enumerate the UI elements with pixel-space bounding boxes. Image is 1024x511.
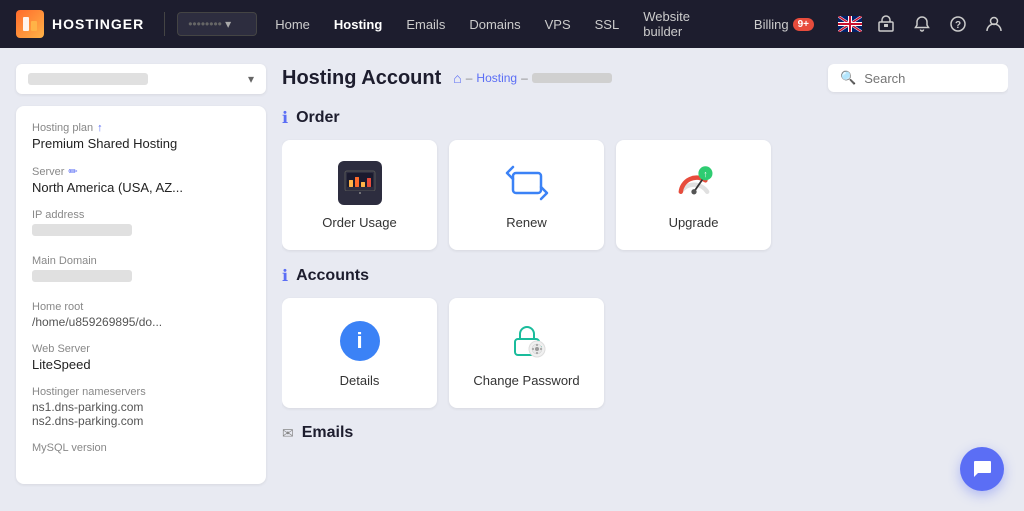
account-dropdown[interactable]: ▾ bbox=[16, 64, 266, 94]
breadcrumb-account bbox=[532, 73, 612, 83]
search-box[interactable]: 🔍 bbox=[828, 64, 1008, 92]
renew-card[interactable]: Renew bbox=[449, 140, 604, 250]
nav-links: Home Hosting Emails Domains VPS SSL Webs… bbox=[265, 3, 824, 45]
renew-label: Renew bbox=[506, 215, 546, 230]
mysql-field: MySQL version bbox=[32, 442, 250, 454]
chat-bubble[interactable] bbox=[960, 447, 1004, 491]
emails-title-row: ✉ Emails bbox=[282, 424, 1008, 442]
search-icon: 🔍 bbox=[840, 70, 856, 86]
server-value: North America (USA, AZ... bbox=[32, 180, 250, 195]
home-root-value: /home/u859269895/do... bbox=[32, 315, 250, 329]
main-domain-value bbox=[32, 270, 132, 282]
emails-lock-icon: ✉ bbox=[282, 425, 294, 442]
nav-billing[interactable]: Billing 9+ bbox=[744, 11, 824, 38]
svg-text:?: ? bbox=[955, 20, 961, 31]
nav-domains[interactable]: Domains bbox=[459, 11, 530, 38]
logo-icon bbox=[16, 10, 44, 38]
mysql-label: MySQL version bbox=[32, 442, 250, 454]
top-navigation: HOSTINGER •••••••• ▾ Home Hosting Emails… bbox=[0, 0, 1024, 48]
server-label: Server ✏ bbox=[32, 165, 250, 178]
search-input[interactable] bbox=[864, 71, 984, 86]
nameservers-label: Hostinger nameservers bbox=[32, 386, 250, 398]
upgrade-icon: ↑ bbox=[672, 161, 716, 205]
order-info-icon: ℹ bbox=[282, 108, 288, 128]
logo-text: HOSTINGER bbox=[52, 16, 144, 32]
nav-emails[interactable]: Emails bbox=[396, 11, 455, 38]
nav-hosting[interactable]: Hosting bbox=[324, 11, 392, 38]
change-password-icon bbox=[505, 319, 549, 363]
nav-icons: ? bbox=[836, 10, 1008, 38]
sidebar: ▾ Hosting plan ↑ Premium Shared Hosting … bbox=[16, 64, 266, 495]
details-icon: i bbox=[338, 319, 382, 363]
emails-title: Emails bbox=[302, 424, 354, 442]
accounts-title-row: ℹ Accounts bbox=[282, 266, 1008, 286]
details-label: Details bbox=[340, 373, 380, 388]
user-icon[interactable] bbox=[980, 10, 1008, 38]
upgrade-card[interactable]: ↑ Upgrade bbox=[616, 140, 771, 250]
content-header: Hosting Account ⌂ – Hosting – 🔍 bbox=[282, 64, 1008, 92]
main-domain-label: Main Domain bbox=[32, 255, 250, 267]
ip-value bbox=[32, 224, 132, 236]
details-card[interactable]: i Details bbox=[282, 298, 437, 408]
help-icon[interactable]: ? bbox=[944, 10, 972, 38]
hosting-plan-label: Hosting plan ↑ bbox=[32, 122, 250, 134]
change-password-label: Change Password bbox=[473, 373, 579, 388]
home-root-field: Home root /home/u859269895/do... bbox=[32, 301, 250, 329]
main-layout: ▾ Hosting plan ↑ Premium Shared Hosting … bbox=[0, 48, 1024, 511]
ns1-value: ns1.dns-parking.com bbox=[32, 400, 250, 414]
web-server-label: Web Server bbox=[32, 343, 250, 355]
order-usage-icon bbox=[338, 161, 382, 205]
order-usage-card[interactable]: Order Usage bbox=[282, 140, 437, 250]
order-section: ℹ Order bbox=[282, 108, 1008, 250]
order-usage-label: Order Usage bbox=[322, 215, 396, 230]
home-root-label: Home root bbox=[32, 301, 250, 313]
breadcrumb-hosting[interactable]: Hosting bbox=[476, 71, 517, 85]
ns2-value: ns2.dns-parking.com bbox=[32, 414, 250, 428]
renew-icon bbox=[505, 161, 549, 205]
nav-divider bbox=[164, 12, 165, 36]
notifications-icon[interactable] bbox=[908, 10, 936, 38]
emails-section: ✉ Emails bbox=[282, 424, 1008, 454]
svg-text:↑: ↑ bbox=[703, 168, 707, 178]
dropdown-text bbox=[28, 73, 148, 85]
order-title-row: ℹ Order bbox=[282, 108, 1008, 128]
account-selector[interactable]: •••••••• ▾ bbox=[177, 12, 257, 36]
store-icon[interactable] bbox=[872, 10, 900, 38]
page-title: Hosting Account bbox=[282, 67, 441, 90]
web-server-value: LiteSpeed bbox=[32, 357, 250, 372]
accounts-section: ℹ Accounts i Details bbox=[282, 266, 1008, 408]
accounts-info-icon: ℹ bbox=[282, 266, 288, 286]
upgrade-arrow-icon[interactable]: ↑ bbox=[97, 122, 103, 134]
breadcrumb: ⌂ – Hosting – bbox=[453, 70, 612, 86]
breadcrumb-sep2: – bbox=[521, 71, 528, 85]
logo[interactable]: HOSTINGER bbox=[16, 10, 144, 38]
order-title: Order bbox=[296, 109, 340, 127]
nav-home[interactable]: Home bbox=[265, 11, 320, 38]
breadcrumb-home-icon[interactable]: ⌂ bbox=[453, 70, 461, 86]
page-title-area: Hosting Account ⌂ – Hosting – bbox=[282, 67, 612, 90]
dropdown-arrow: ▾ bbox=[248, 72, 254, 86]
upgrade-label: Upgrade bbox=[669, 215, 719, 230]
ip-field: IP address bbox=[32, 209, 250, 241]
language-selector[interactable] bbox=[836, 10, 864, 38]
accounts-cards: i Details bbox=[282, 298, 1008, 408]
server-field: Server ✏ North America (USA, AZ... bbox=[32, 165, 250, 195]
breadcrumb-sep1: – bbox=[466, 71, 473, 85]
main-content: Hosting Account ⌂ – Hosting – 🔍 ℹ Order bbox=[282, 64, 1008, 495]
nav-vps[interactable]: VPS bbox=[535, 11, 581, 38]
sidebar-info-card: Hosting plan ↑ Premium Shared Hosting Se… bbox=[16, 106, 266, 484]
accounts-title: Accounts bbox=[296, 267, 369, 285]
web-server-field: Web Server LiteSpeed bbox=[32, 343, 250, 372]
main-domain-field: Main Domain bbox=[32, 255, 250, 287]
ip-label: IP address bbox=[32, 209, 250, 221]
change-password-card[interactable]: Change Password bbox=[449, 298, 604, 408]
nav-website-builder[interactable]: Website builder bbox=[633, 3, 740, 45]
hosting-plan-value: Premium Shared Hosting bbox=[32, 136, 250, 151]
nav-ssl[interactable]: SSL bbox=[585, 11, 630, 38]
billing-badge: 9+ bbox=[793, 18, 814, 31]
nameservers-field: Hostinger nameservers ns1.dns-parking.co… bbox=[32, 386, 250, 428]
order-cards: Order Usage Renew bbox=[282, 140, 1008, 250]
hosting-plan-field: Hosting plan ↑ Premium Shared Hosting bbox=[32, 122, 250, 151]
edit-icon[interactable]: ✏ bbox=[68, 165, 77, 178]
